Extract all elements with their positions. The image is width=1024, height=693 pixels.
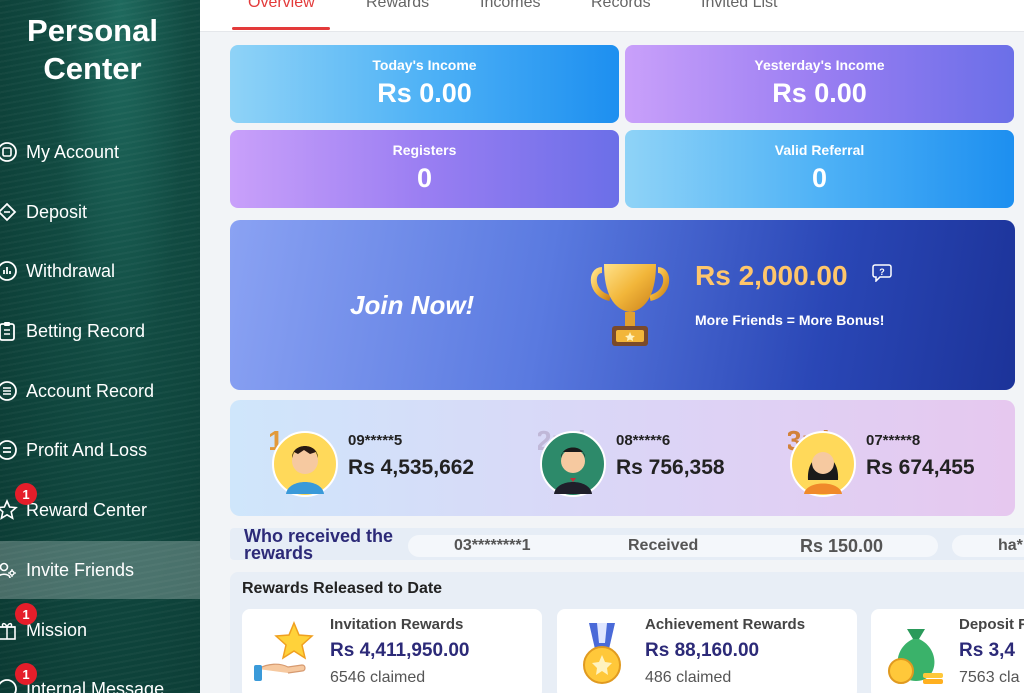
sidebar-item-invite-friends[interactable]: Invite Friends bbox=[0, 541, 200, 599]
valid-referral-value: 0 bbox=[811, 163, 828, 193]
wallet-icon bbox=[0, 141, 18, 163]
achievement-rewards-value: Rs 88,160.00 bbox=[645, 640, 760, 661]
money-bag-icon bbox=[888, 629, 943, 684]
title-line-1: Personal bbox=[27, 13, 158, 48]
sidebar-item-label: Internal Message bbox=[26, 678, 165, 693]
avatar-boy-icon: 1st bbox=[270, 428, 338, 497]
sidebar-item-label: Reward Center bbox=[26, 499, 148, 520]
rank-third-amount: Rs 674,455 bbox=[866, 456, 975, 479]
internal-message-badge: 1 bbox=[15, 663, 37, 685]
sidebar-item-my-account[interactable]: My Account bbox=[0, 123, 200, 181]
sidebar-item-label: Withdrawal bbox=[26, 260, 116, 281]
deposit-rewards-title: Deposit R bbox=[959, 616, 1024, 633]
users-icon bbox=[0, 559, 18, 581]
title-line-2: Center bbox=[43, 51, 142, 86]
achievement-rewards-card: Achievement Rewards Rs 88,160.00 486 cla… bbox=[557, 609, 857, 693]
todays-income-value: Rs 0.00 bbox=[377, 78, 472, 108]
main-content: Overview Rewards Incomes Records Invited… bbox=[200, 0, 1024, 693]
sidebar: Personal Center My Account Deposit Withd… bbox=[0, 0, 200, 693]
gift-icon bbox=[0, 619, 18, 641]
sidebar-item-label: Mission bbox=[26, 619, 88, 640]
registers-value: 0 bbox=[416, 163, 433, 193]
todays-income-label: Today's Income bbox=[372, 57, 477, 73]
registers-label: Registers bbox=[392, 142, 457, 158]
avatar-man-icon: 2nd bbox=[538, 428, 606, 497]
todays-income-card: Today's Income Rs 0.00 bbox=[230, 45, 619, 123]
achievement-rewards-claimed: 486 claimed bbox=[645, 669, 732, 686]
sidebar-title: Personal Center bbox=[0, 12, 185, 88]
medal-icon bbox=[583, 623, 621, 684]
tab-incomes[interactable]: Incomes bbox=[480, 0, 540, 12]
ticker-status: Received bbox=[628, 537, 699, 554]
rank-third-phone: 07*****8 bbox=[866, 432, 921, 449]
prize-subtitle: More Friends = More Bonus! bbox=[695, 312, 885, 328]
achievement-rewards-title: Achievement Rewards bbox=[645, 616, 806, 633]
deposit-rewards-card: Deposit R Rs 3,4 7563 cla bbox=[871, 609, 1024, 693]
app-root: Personal Center My Account Deposit Withd… bbox=[0, 0, 1024, 693]
join-banner[interactable]: Join Now! Rs 2,000.00 ? More Friends = M… bbox=[230, 220, 1015, 390]
tab-invited-list[interactable]: Invited List bbox=[701, 0, 777, 12]
registers-card: Registers 0 bbox=[230, 130, 619, 208]
tab-overview[interactable]: Overview bbox=[248, 0, 315, 12]
sidebar-item-betting-record[interactable]: Betting Record bbox=[0, 302, 200, 360]
hand-star-icon bbox=[254, 621, 314, 681]
trophy-icon bbox=[590, 264, 670, 346]
list-circle-icon bbox=[0, 439, 18, 461]
active-tab-indicator bbox=[232, 27, 330, 30]
sidebar-item-label: Invite Friends bbox=[26, 559, 135, 580]
join-now-text: Join Now! bbox=[350, 290, 475, 320]
rewards-released-heading: Rewards Released to Date bbox=[242, 580, 443, 597]
ticker-entry-next: ha* bbox=[952, 535, 1024, 557]
ticker-title: Who received the rewards bbox=[244, 528, 394, 560]
sidebar-item-label: My Account bbox=[26, 141, 120, 162]
clipboard-icon bbox=[0, 320, 18, 342]
ticket-icon bbox=[0, 201, 18, 223]
sidebar-item-profit-and-loss[interactable]: Profit And Loss bbox=[0, 421, 200, 479]
rank-second-phone: 08*****6 bbox=[616, 432, 671, 449]
sidebar-item-label: Profit And Loss bbox=[26, 439, 148, 460]
mission-badge: 1 bbox=[15, 603, 37, 625]
sidebar-item-label: Deposit bbox=[26, 201, 88, 222]
sidebar-item-account-record[interactable]: Account Record bbox=[0, 362, 200, 420]
ranking-panel: 1st 09*****5 Rs 4,535,662 2nd bbox=[230, 400, 1015, 516]
invitation-rewards-card: Invitation Rewards Rs 4,411,950.00 6546 … bbox=[242, 609, 542, 693]
sidebar-item-withdrawal[interactable]: Withdrawal bbox=[0, 242, 200, 300]
invitation-rewards-claimed: 6546 claimed bbox=[330, 669, 426, 686]
ticker-user: 03********1 bbox=[454, 537, 531, 554]
ticker-entry: 03********1 Received Rs 150.00 bbox=[408, 535, 938, 557]
valid-referral-card: Valid Referral 0 bbox=[625, 130, 1014, 208]
ticker-amount: Rs 150.00 bbox=[800, 536, 884, 556]
rank-first-phone: 09*****5 bbox=[348, 432, 403, 449]
prize-amount: Rs 2,000.00 bbox=[695, 260, 848, 291]
reward-center-badge: 1 bbox=[15, 483, 37, 505]
invitation-rewards-title: Invitation Rewards bbox=[330, 616, 464, 633]
message-icon bbox=[0, 678, 18, 693]
valid-referral-label: Valid Referral bbox=[774, 142, 865, 158]
rewards-released-panel: Rewards Released to Date Invitation Rewa… bbox=[230, 572, 1024, 693]
sidebar-item-label: Betting Record bbox=[26, 320, 146, 341]
tab-bar: Overview Rewards Incomes Records Invited… bbox=[200, 0, 1024, 32]
rewards-ticker: Who received the rewards 03********1 Rec… bbox=[230, 528, 1024, 560]
invitation-rewards-value: Rs 4,411,950.00 bbox=[330, 640, 470, 661]
list-circle-icon bbox=[0, 380, 18, 402]
sidebar-item-deposit[interactable]: Deposit bbox=[0, 183, 200, 241]
rank-first-amount: Rs 4,535,662 bbox=[348, 456, 475, 479]
ticker-next-user: ha* bbox=[998, 537, 1023, 554]
sidebar-item-label: Account Record bbox=[26, 380, 155, 401]
yesterdays-income-card: Yesterday's Income Rs 0.00 bbox=[625, 45, 1014, 123]
svg-text:?: ? bbox=[879, 267, 885, 277]
deposit-rewards-value: Rs 3,4 bbox=[959, 640, 1015, 661]
tab-rewards[interactable]: Rewards bbox=[366, 0, 429, 12]
help-bubble-icon[interactable]: ? bbox=[872, 264, 892, 282]
yesterdays-income-value: Rs 0.00 bbox=[772, 78, 867, 108]
star-icon bbox=[0, 499, 18, 521]
rank-second-amount: Rs 756,358 bbox=[616, 456, 725, 479]
deposit-rewards-claimed: 7563 cla bbox=[959, 669, 1020, 686]
avatar-girl-icon: 3rd bbox=[788, 428, 856, 497]
tab-records[interactable]: Records bbox=[591, 0, 651, 12]
chart-circle-icon bbox=[0, 260, 18, 282]
yesterdays-income-label: Yesterday's Income bbox=[754, 57, 885, 73]
